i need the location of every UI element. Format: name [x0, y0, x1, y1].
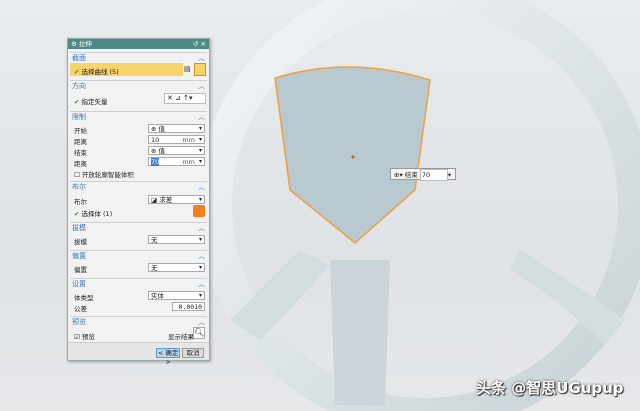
specify-vector[interactable]: ✔ 指定矢量: [74, 96, 107, 106]
boolean-select[interactable]: ◪ 求差: [148, 195, 205, 204]
sketch-icon[interactable]: ▤: [184, 65, 191, 73]
settings-header[interactable]: 设置 ︿: [70, 278, 207, 289]
body-icon[interactable]: [193, 205, 205, 217]
cancel-button[interactable]: 取消: [182, 348, 204, 358]
select-body[interactable]: ✔ 选择体 (1): [74, 208, 112, 218]
reset-icon[interactable]: ↺: [193, 40, 198, 48]
close-icon[interactable]: ✕: [201, 40, 206, 48]
show-result-button[interactable]: 🔍︎: [193, 327, 205, 339]
dialog-title: 拉伸: [78, 40, 92, 48]
limits-header[interactable]: 限制 ︿: [70, 111, 207, 122]
gear-icon: ⚙: [71, 40, 79, 48]
body-type-select[interactable]: 实体: [148, 291, 205, 300]
offset-label: 偏置: [74, 266, 87, 274]
offset-header[interactable]: 偏置 ︿: [70, 250, 207, 261]
distance1-label: 距离: [74, 138, 87, 146]
direction-header[interactable]: 方向 ︿: [70, 80, 207, 91]
tolerance-label: 公差: [74, 305, 87, 313]
end-label: 结束: [74, 149, 87, 157]
offset-select[interactable]: 无: [148, 263, 205, 272]
floating-label: 结束: [404, 171, 418, 179]
preview-header[interactable]: 预览 ︿: [70, 316, 207, 327]
vector-tools[interactable]: ✕ ⊿ ↑▾: [164, 93, 206, 104]
draft-header[interactable]: 拔模 ︿: [70, 222, 207, 233]
end-onscreen-input[interactable]: ⊕▾ 结束 70 ▾: [390, 168, 456, 181]
draft-label: 拔模: [74, 238, 87, 246]
section-header[interactable]: 截面 ︿: [70, 52, 207, 63]
spoke-bottom: [330, 260, 390, 405]
wheel-rim: [198, 0, 640, 411]
extrude-dialog: ⚙ 拉伸 ↺ ✕ 截面 ︿ ✔ 选择曲线 (5) ▤ 方向 ︿ ✔ 指定矢量 ✕ ⊿ ↑▾…: [67, 38, 210, 366]
extrude-profile: [274, 66, 431, 244]
distance2-label: 距离: [74, 160, 87, 168]
boolean-label: 布尔: [74, 198, 87, 206]
watermark: 头条 @智思UGupup: [476, 379, 624, 397]
show-result-label: 显示结果: [168, 333, 194, 341]
start-select[interactable]: ⊕ 值: [148, 124, 205, 133]
body-type-label: 体类型: [74, 294, 94, 302]
end-select[interactable]: ⊕ 值: [148, 146, 205, 155]
ok-button[interactable]: < 确定 >: [156, 348, 180, 366]
select-curve-row[interactable]: ✔ 选择曲线 (5): [70, 63, 183, 76]
tolerance-input[interactable]: 0.0010: [172, 302, 205, 311]
boolean-header[interactable]: 布尔 ︿: [70, 181, 207, 192]
preview-checkbox[interactable]: ☑ 预览: [74, 331, 95, 341]
dialog-titlebar: ⚙ 拉伸 ↺ ✕: [68, 39, 209, 49]
distance1-input[interactable]: 10 mm: [148, 135, 205, 144]
draft-select[interactable]: 无: [148, 235, 205, 244]
start-label: 开始: [74, 127, 87, 135]
floating-value[interactable]: 70: [419, 169, 448, 181]
curve-icon[interactable]: [194, 63, 206, 76]
distance2-input[interactable]: 70 mm: [148, 157, 205, 166]
value-type-icon[interactable]: ⊕▾: [394, 171, 405, 179]
open-profile-checkbox[interactable]: ☐ 开放轮廓智能体积: [74, 169, 134, 179]
